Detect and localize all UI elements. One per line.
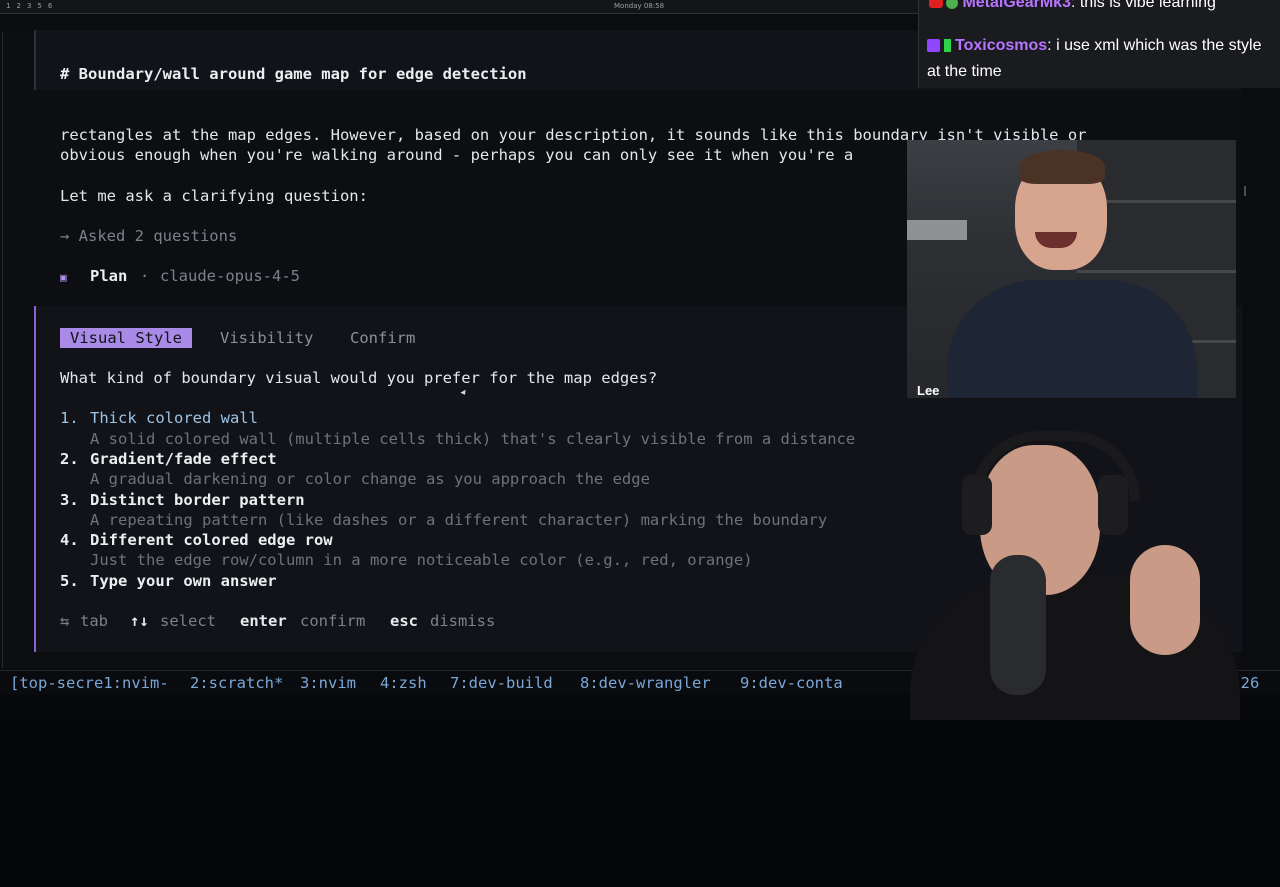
- chat-username-2: Toxicosmos: [955, 37, 1048, 54]
- option-2-title[interactable]: Gradient/fade effect: [90, 449, 277, 469]
- twitch-icon: [927, 39, 940, 53]
- option-1-title[interactable]: Thick colored wall: [90, 408, 258, 428]
- clarify-text: Let me ask a clarifying question:: [60, 187, 368, 205]
- chat-message-2: Toxicosmos: i use xml which was the styl…: [927, 33, 1272, 85]
- arrows-key-icon: ↑↓: [130, 612, 149, 630]
- tmux-window-4[interactable]: 4:zsh: [380, 671, 427, 695]
- option-2-number[interactable]: 2.: [60, 449, 79, 469]
- hint-tab: tab: [80, 612, 108, 630]
- webcam-guest: Lee: [907, 140, 1236, 398]
- option-3-number[interactable]: 3.: [60, 490, 79, 510]
- hint-dismiss: dismiss: [430, 612, 496, 630]
- hint-confirm: confirm: [300, 612, 366, 630]
- option-4-title[interactable]: Different colored edge row: [90, 530, 333, 550]
- webcam-name-label: Lee: [917, 383, 940, 398]
- option-4-number[interactable]: 4.: [60, 530, 79, 550]
- tmux-window-3[interactable]: 3:nvim: [300, 671, 356, 695]
- option-5-title[interactable]: Type your own answer: [90, 571, 277, 591]
- user-badge-icon: [946, 0, 958, 9]
- chat-message-1: MetalGearMk3: this is vibe learning: [929, 0, 1216, 12]
- option-2-desc: A gradual darkening or color change as y…: [90, 470, 650, 488]
- workspace-5[interactable]: 5: [37, 2, 41, 10]
- clock: Monday 08:58: [614, 2, 665, 10]
- tmux-window-7[interactable]: 7:dev-build: [450, 671, 553, 695]
- tmux-window-8[interactable]: 8:dev-wrangler: [580, 671, 711, 695]
- hint-select: select: [160, 612, 216, 630]
- youtube-icon: [929, 0, 943, 8]
- option-3-title[interactable]: Distinct border pattern: [90, 490, 305, 510]
- plan-separator: ·: [140, 267, 150, 285]
- plan-icon: ▣: [60, 271, 67, 284]
- workspace-6[interactable]: 6: [48, 2, 52, 10]
- plan-model: claude-opus-4-5: [160, 267, 300, 285]
- response-text-line-2: obvious enough when you're walking aroun…: [60, 146, 854, 164]
- tmux-window-2[interactable]: 2:scratch*: [190, 671, 283, 695]
- microphone-icon: [990, 555, 1046, 695]
- tab-confirm[interactable]: Confirm: [340, 328, 425, 348]
- question-prompt: What kind of boundary visual would you p…: [60, 369, 658, 387]
- option-1-number[interactable]: 1.: [60, 408, 79, 428]
- tmux-window-1[interactable]: [top-secre1:nvim-: [10, 671, 169, 695]
- plan-label: Plan: [90, 267, 128, 285]
- asked-questions: → Asked 2 questions: [60, 227, 238, 245]
- chat-username-1: MetalGearMk3: [962, 0, 1071, 11]
- tab-key-icon: ⇆: [60, 612, 70, 630]
- tab-visibility[interactable]: Visibility: [210, 328, 323, 348]
- tab-visual-style[interactable]: Visual Style: [60, 328, 192, 348]
- esc-key: esc: [390, 612, 418, 630]
- workspace-1[interactable]: 1: [6, 2, 10, 10]
- scrollbar-thumb[interactable]: [1244, 186, 1246, 196]
- enter-key: enter: [240, 612, 287, 630]
- workspace-2[interactable]: 2: [16, 2, 20, 10]
- workspace-3[interactable]: 3: [27, 2, 31, 10]
- webcam-host: [870, 405, 1280, 720]
- tmux-window-9[interactable]: 9:dev-conta: [740, 671, 843, 695]
- option-3-desc: A repeating pattern (like dashes or a di…: [90, 511, 828, 529]
- option-1-desc: A solid colored wall (multiple cells thi…: [90, 430, 856, 448]
- markdown-heading: # Boundary/wall around game map for edge…: [60, 65, 527, 83]
- badge-icon: [944, 39, 951, 53]
- chat-overlay: MetalGearMk3: this is vibe learning Toxi…: [918, 0, 1280, 88]
- option-5-number[interactable]: 5.: [60, 571, 79, 591]
- option-4-desc: Just the edge row/column in a more notic…: [90, 551, 753, 569]
- workspace-indicators: 1 2 3 5 6: [6, 2, 52, 10]
- chat-text-1: : this is vibe learning: [1070, 0, 1216, 11]
